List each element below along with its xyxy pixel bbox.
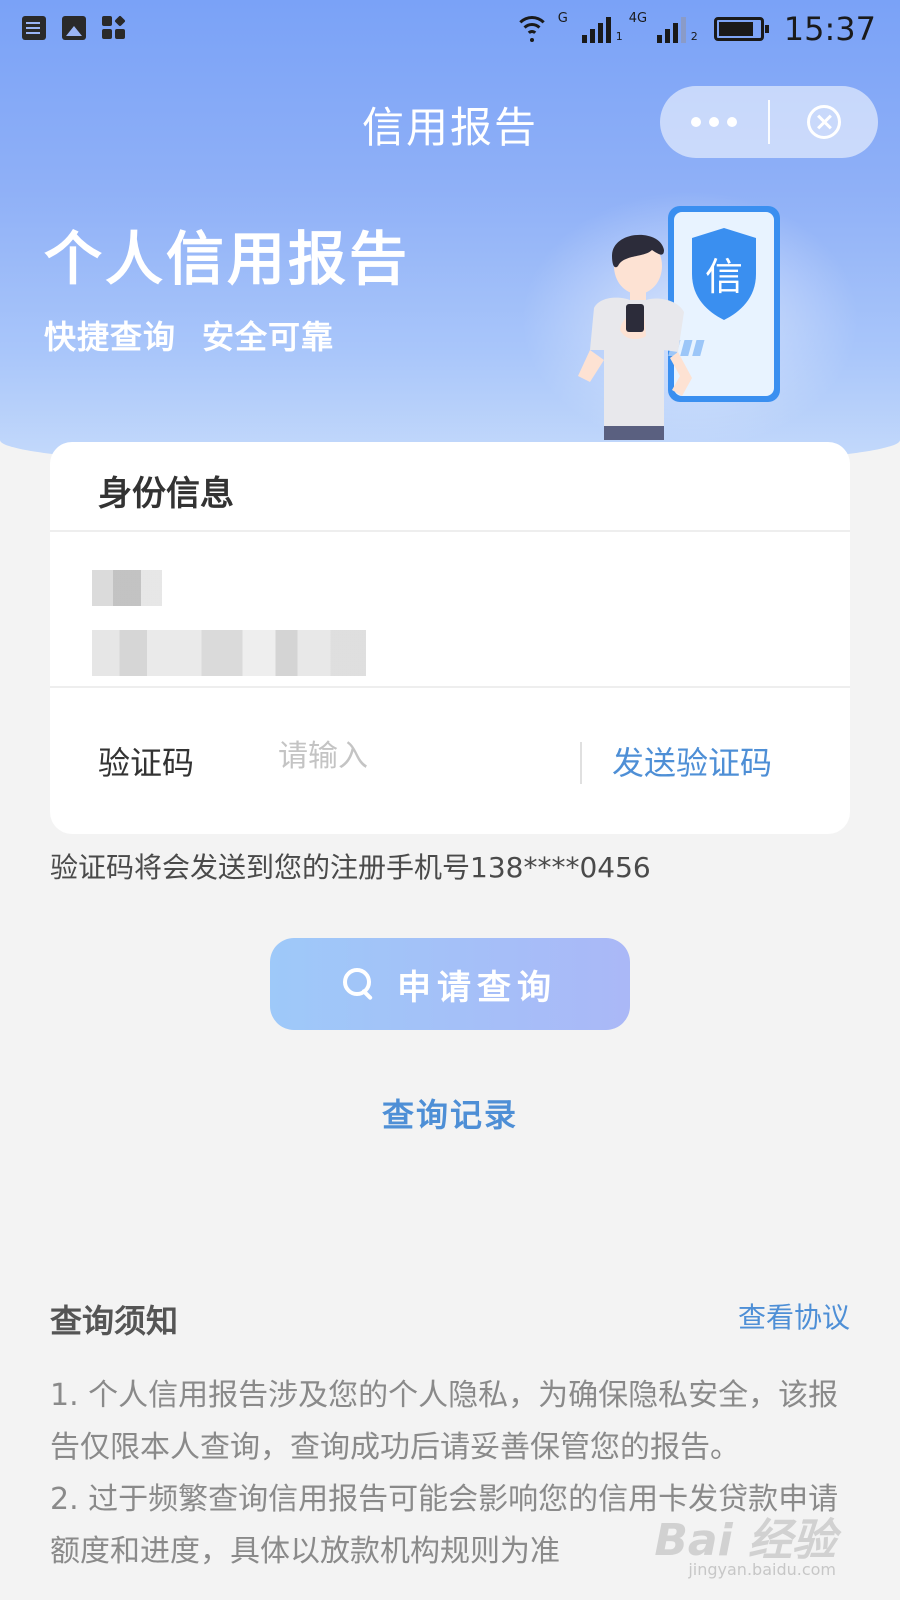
code-hint: 验证码将会发送到您的注册手机号138****0456 [50, 851, 651, 884]
identity-card: 身份信息 验证码 发送验证码 [50, 442, 850, 834]
notice-title: 查询须知 [50, 1302, 179, 1340]
hero-title: 个人信用报告 [44, 225, 411, 293]
miniprogram-capsule [660, 86, 878, 158]
sim2-index: 2 [690, 30, 698, 43]
sim2-signal-icon: 4G 2 [629, 11, 698, 43]
more-icon[interactable] [660, 86, 768, 158]
watermark-url: jingyan.baidu.com [688, 1560, 836, 1579]
hero-tagline-fast: 快捷查询 [44, 318, 177, 356]
shield-badge-char: 信 [705, 255, 743, 299]
hero-tagline-safe: 安全可靠 [202, 318, 335, 356]
send-code-button[interactable]: 发送验证码 [612, 738, 772, 784]
verification-code-input[interactable] [278, 726, 558, 786]
apps-notification-icon [102, 15, 126, 40]
sim1-signal-icon: G 1 [558, 11, 623, 43]
hero-tagline: 快捷查询 安全可靠 [44, 312, 334, 358]
sim1-network-type: G [557, 11, 568, 26]
identity-card-title: 身份信息 [98, 474, 234, 514]
status-clock: 15:37 [783, 10, 876, 48]
masked-id-number [92, 630, 366, 676]
sim1-index: 1 [615, 30, 623, 43]
battery-icon [713, 17, 769, 41]
verification-code-label: 验证码 [98, 744, 195, 782]
query-records-link[interactable]: 查询记录 [0, 1090, 900, 1136]
person-with-phone-illustration: 信 [578, 206, 780, 440]
apply-query-button[interactable]: 申请查询 [270, 938, 630, 1030]
code-divider [580, 742, 582, 784]
notification-icons [22, 15, 126, 40]
status-bar: G 1 4G 2 15:37 [0, 0, 900, 60]
watermark-logo: Bai 经验 [654, 1515, 836, 1566]
gallery-notification-icon [62, 16, 86, 40]
view-agreement-link[interactable]: 查看协议 [738, 1296, 850, 1336]
card-divider [50, 686, 850, 688]
masked-name [92, 570, 162, 606]
sim2-network-type: 4G [628, 11, 648, 26]
wifi-icon [512, 14, 552, 44]
close-icon[interactable] [770, 86, 878, 158]
notice-item: 1. 个人信用报告涉及您的个人隐私，为确保隐私安全，该报告仅限本人查询，查询成功… [50, 1378, 839, 1465]
card-divider [50, 530, 850, 532]
apply-query-label: 申请查询 [397, 968, 557, 1007]
message-notification-icon [22, 16, 46, 40]
search-icon [343, 968, 375, 1000]
